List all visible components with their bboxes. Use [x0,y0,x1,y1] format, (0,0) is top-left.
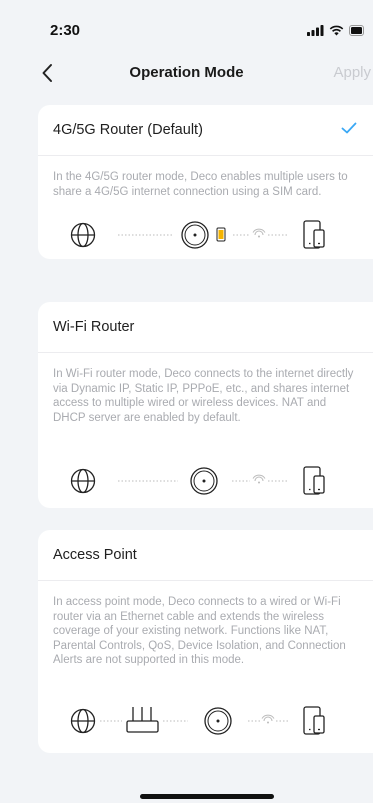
nav-bar: Operation Mode Apply [0,54,373,92]
mode-title: 4G/5G Router (Default) [53,122,203,138]
router-icon [126,707,159,733]
mode-diagram [70,706,325,735]
status-bar: 2:30 [0,0,373,54]
mode-card-access-point[interactable]: Access Point In access point mode, Deco … [38,530,373,753]
mode-card-header: Access Point [38,530,373,580]
globe-icon [70,468,96,494]
mode-diagram [70,220,325,249]
status-time: 2:30 [50,22,81,39]
mode-card-header: Wi-Fi Router [38,302,373,352]
sim-card-icon [216,227,226,242]
mode-description: In the 4G/5G router mode, Deco enables m… [53,171,348,198]
mode-card-wifi-router[interactable]: Wi-Fi Router In Wi-Fi router mode, Deco … [38,302,373,508]
mode-title: Access Point [53,547,137,563]
globe-icon [70,222,96,248]
devices-icon [303,466,325,495]
home-indicator[interactable] [140,794,274,799]
wifi-signal-icon [252,228,266,238]
mode-card-4g5g-router[interactable]: 4G/5G Router (Default) In the 4G/5G rout… [38,105,373,259]
wifi-signal-icon [261,714,275,724]
wifi-icon [329,25,344,36]
apply-button[interactable]: Apply [333,64,371,81]
cellular-signal-icon [307,25,324,36]
battery-icon [349,25,364,36]
mode-title: Wi-Fi Router [53,319,135,335]
status-icons [307,25,365,36]
deco-unit-icon [190,467,218,495]
mode-card-header: 4G/5G Router (Default) [38,105,373,155]
deco-unit-icon [204,707,232,735]
devices-icon [303,706,325,735]
page-title: Operation Mode [129,64,244,81]
globe-icon [70,708,96,734]
mode-description: In access point mode, Deco connects to a… [53,596,346,666]
mode-description: In Wi-Fi router mode, Deco connects to t… [53,368,354,424]
deco-unit-icon [181,221,209,249]
checkmark-icon [341,122,357,134]
mode-diagram [70,466,325,495]
devices-icon [303,220,325,249]
wifi-signal-icon [252,474,266,484]
